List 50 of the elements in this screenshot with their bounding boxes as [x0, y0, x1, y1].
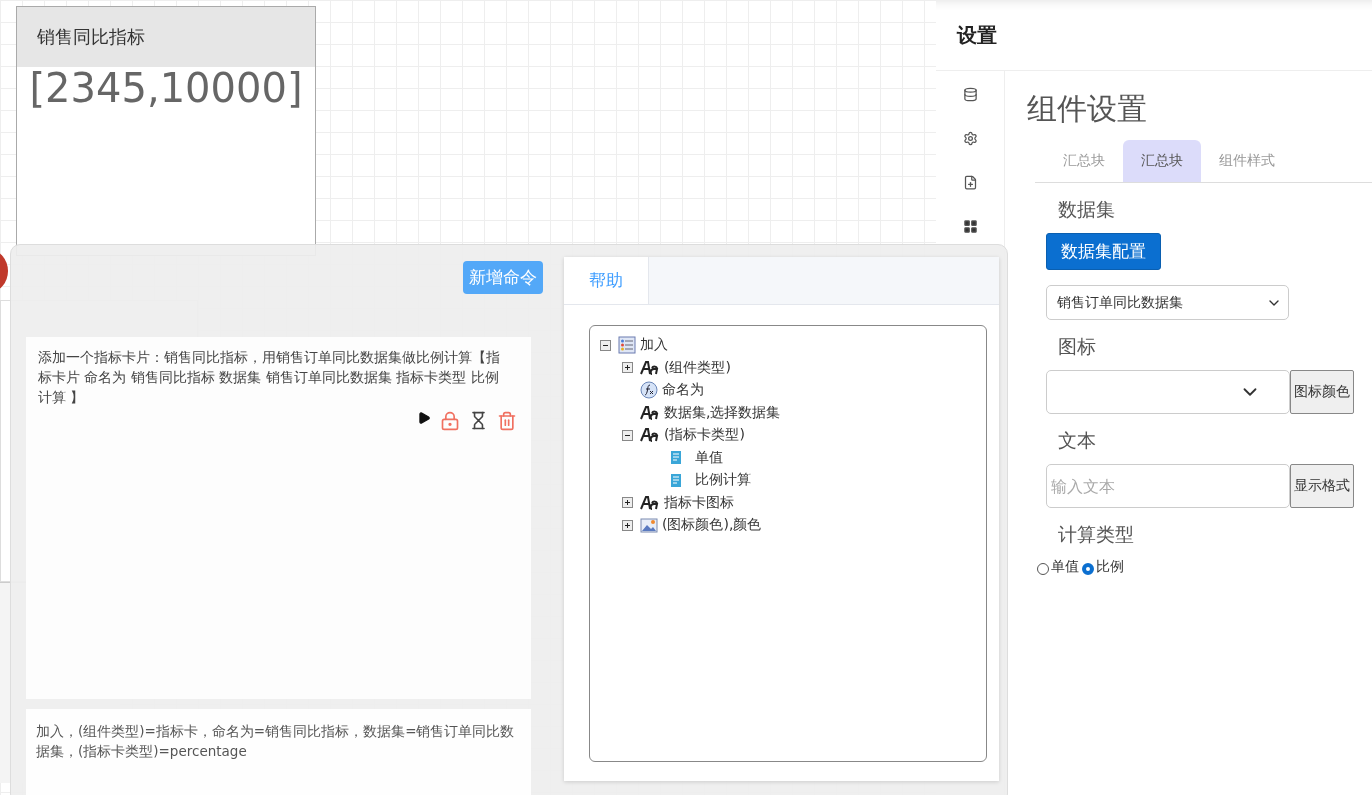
- expand-icon[interactable]: [622, 519, 633, 531]
- command-text: 添加一个指标卡片：销售同比指标，用销售订单同比数据集做比例计算【指标卡片 命名为 销售同比指标 数据集 销售订单同比数据集 指标卡类型 比例计算 】: [38, 348, 501, 407]
- list-icon: [618, 336, 636, 355]
- tree-item[interactable]: 加入: [640, 336, 668, 355]
- result-text: 加入，(组件类型)=指标卡，命名为=销售同比指标，数据集=销售订单同比数据集，(指标卡类型)=percentage: [36, 722, 516, 761]
- document-icon: [670, 472, 682, 488]
- tree-item[interactable]: 比例计算: [695, 471, 751, 490]
- settings-icon[interactable]: [962, 131, 978, 146]
- tree-item[interactable]: 指标卡图标: [664, 493, 734, 512]
- tree-item[interactable]: 单值: [695, 448, 723, 467]
- play-icon[interactable]: [417, 411, 431, 425]
- card-value: [2345,10000]: [28, 65, 304, 111]
- tree-item[interactable]: 数据集,选择数据集: [664, 403, 781, 422]
- card-title: 销售同比指标: [37, 25, 145, 49]
- dataset-config-button[interactable]: 数据集配置: [1046, 233, 1161, 270]
- field-label: 文本: [1058, 428, 1096, 453]
- radio-button[interactable]: [1082, 562, 1094, 575]
- collapse-icon[interactable]: [600, 339, 611, 351]
- font-icon: [640, 428, 660, 443]
- tree-item[interactable]: 命名为: [662, 381, 704, 400]
- image-icon: [640, 517, 658, 534]
- font-icon: [640, 495, 660, 510]
- dataset-select[interactable]: 销售订单同比数据集: [1046, 285, 1289, 320]
- settings-tab[interactable]: 汇总块: [1123, 140, 1201, 182]
- section-title: 组件设置: [1027, 90, 1148, 128]
- database-icon[interactable]: [962, 87, 978, 102]
- field-label: 计算类型: [1058, 522, 1134, 547]
- expand-icon[interactable]: [622, 497, 633, 509]
- format-button[interactable]: 显示格式: [1290, 464, 1354, 508]
- tree-item[interactable]: (图标颜色),颜色: [662, 516, 762, 535]
- hourglass-icon[interactable]: [469, 411, 488, 430]
- collapse-icon[interactable]: [622, 429, 633, 441]
- tree-item[interactable]: (组件类型): [664, 358, 731, 377]
- grid-icon[interactable]: [962, 219, 978, 234]
- tree-item[interactable]: (指标卡类型): [664, 426, 745, 445]
- expand-icon[interactable]: [622, 362, 633, 374]
- radio-label: 比例: [1096, 558, 1124, 576]
- document-icon: [670, 450, 682, 466]
- icon-color-button[interactable]: 图标颜色: [1290, 370, 1354, 414]
- field-label: 数据集: [1058, 197, 1115, 222]
- font-icon: [640, 405, 660, 420]
- lock-icon[interactable]: [440, 411, 460, 431]
- radio-label: 单值: [1051, 558, 1079, 576]
- function-icon: [640, 381, 658, 400]
- file-add-icon[interactable]: [962, 175, 978, 190]
- font-icon: [640, 360, 660, 375]
- text-input[interactable]: 输入文本: [1046, 464, 1290, 508]
- field-label: 图标: [1058, 334, 1096, 359]
- panel-title: 设置: [957, 21, 997, 49]
- trash-icon[interactable]: [497, 411, 517, 431]
